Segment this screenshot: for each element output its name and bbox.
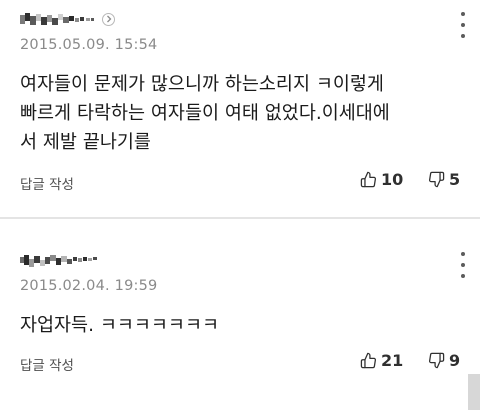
dislike-button[interactable]: 9 — [428, 351, 460, 370]
scrollbar-edge[interactable] — [468, 374, 480, 410]
comment-text: 여자들이 문제가 많으니까 하는소리지 ㅋ이렇게 빠르게 타락하는 여자들이 여… — [20, 74, 390, 153]
thumbs-down-icon — [428, 171, 445, 188]
like-button[interactable]: 21 — [360, 351, 403, 370]
reply-button[interactable]: 답글 작성 — [20, 173, 74, 193]
thumbs-up-icon — [360, 352, 377, 369]
like-button[interactable]: 10 — [360, 170, 403, 189]
dislike-count: 9 — [449, 351, 461, 370]
more-vertical-icon[interactable] — [458, 252, 468, 278]
like-count: 21 — [381, 351, 404, 370]
comment-item: 2015.05.09. 15:54 여자들이 문제가 많으니까 하는소리지 ㅋ이… — [0, 0, 480, 218]
dislike-button[interactable]: 5 — [428, 170, 460, 189]
thumbs-down-icon — [428, 352, 445, 369]
more-vertical-icon[interactable] — [458, 12, 468, 38]
comment-timestamp: 2015.02.04. 19:59 — [20, 278, 158, 294]
comment-author[interactable] — [20, 10, 115, 28]
comment-timestamp: 2015.05.09. 15:54 — [20, 37, 158, 53]
chevron-right-icon[interactable] — [102, 12, 115, 26]
blurred-username — [20, 255, 97, 267]
thumbs-up-icon — [360, 171, 377, 188]
reply-button[interactable]: 답글 작성 — [20, 354, 74, 374]
dislike-count: 5 — [449, 170, 461, 189]
comment-text: 자업자득. ㅋㅋㅋㅋㅋㅋㅋ — [20, 315, 219, 336]
blurred-username — [20, 13, 94, 25]
like-count: 10 — [381, 170, 404, 189]
comment-author[interactable] — [20, 251, 102, 269]
comment-item: 2015.02.04. 19:59 자업자득. ㅋㅋㅋㅋㅋㅋㅋ 답글 작성 21… — [0, 219, 480, 410]
